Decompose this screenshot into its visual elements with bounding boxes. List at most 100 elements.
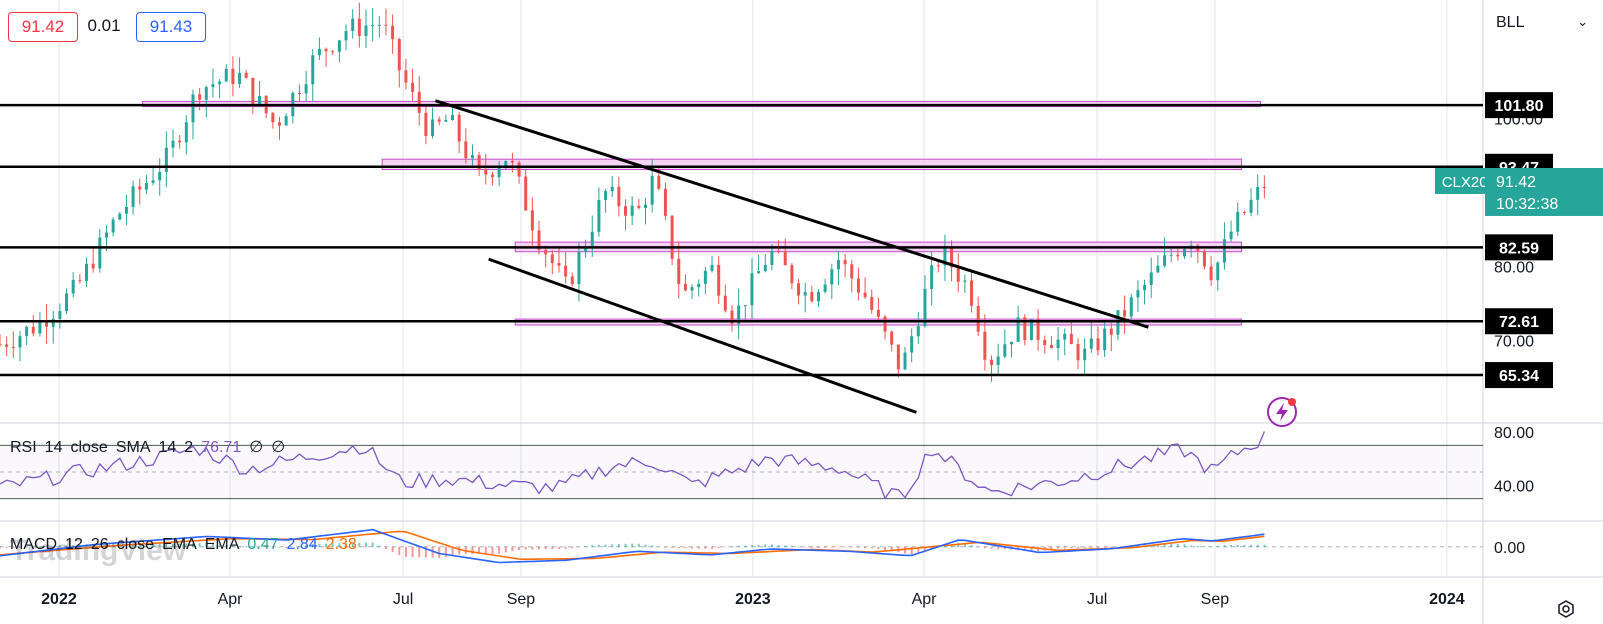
macd-hist-bar — [804, 546, 807, 548]
macd-hist-bar — [864, 546, 867, 548]
macd-hist-bar — [544, 546, 547, 550]
horizontal-lines[interactable] — [0, 103, 1483, 377]
candle-body — [757, 271, 761, 274]
candle-body — [1222, 239, 1226, 263]
lightning-icon[interactable] — [1267, 397, 1297, 427]
candle-body — [124, 206, 128, 214]
candle-body — [743, 305, 747, 307]
candle-body — [517, 162, 521, 177]
candle-body — [431, 119, 435, 136]
bid-price[interactable]: 91.42 — [8, 12, 78, 42]
candle-body — [1169, 254, 1173, 256]
rsi-label-item: close — [70, 439, 108, 456]
macd-hist-bar — [538, 546, 541, 550]
candle-body — [1202, 250, 1206, 267]
trend-lines[interactable] — [434, 99, 1149, 414]
candle-body — [38, 320, 42, 334]
candle-body — [1096, 338, 1100, 351]
macd-hist-bar — [730, 546, 733, 548]
chart-canvas[interactable]: 100.0080.0070.0080.0040.000.002022 Apr Jul… — [0, 0, 1603, 624]
candle-body — [191, 94, 195, 123]
candle-body — [357, 18, 361, 36]
candle-body — [530, 210, 534, 231]
candle-body — [25, 326, 29, 337]
candle-body — [677, 258, 681, 284]
macd-hist-bar — [5, 546, 8, 548]
macd-hist-bar — [1183, 544, 1186, 548]
time-tick-2023: 2023 — [735, 591, 771, 608]
macd-hist-bar — [691, 546, 694, 549]
chevron-down-icon[interactable]: ⌄ — [1577, 14, 1588, 30]
macd-hist-bar — [837, 546, 840, 548]
candle-body — [637, 205, 641, 208]
candle-body — [630, 205, 634, 216]
symbol-search[interactable]: BLL ⌄ — [1486, 8, 1596, 38]
macd-hist-bar — [844, 546, 847, 548]
candle-body — [78, 279, 82, 281]
misc: TradingView — [10, 397, 1574, 618]
gear-hex — [1558, 600, 1574, 618]
rsi-label-item: 14 — [44, 439, 63, 456]
candle-body — [377, 24, 381, 26]
candle-body — [58, 311, 62, 319]
grid — [0, 0, 1603, 624]
candle-body — [1262, 187, 1266, 189]
candle-body — [1229, 231, 1233, 240]
candle-body — [903, 352, 907, 370]
macd-hist-bar — [651, 545, 654, 548]
macd-label-item: close — [116, 536, 155, 553]
macd-hist-bar — [431, 546, 434, 558]
price-label-82.59: 82.59 — [1499, 240, 1539, 257]
trend-line-1 — [434, 99, 1149, 329]
candle-body — [650, 175, 654, 205]
candle-body — [1009, 341, 1013, 345]
candle-body — [111, 219, 115, 233]
macd-hist-bar — [1210, 546, 1213, 548]
candle-body — [224, 68, 228, 82]
macd-hist-bar — [1263, 544, 1266, 548]
candle-body — [138, 186, 142, 190]
macd-hist-bar — [631, 543, 634, 548]
candle-body — [564, 265, 568, 277]
macd-hist-bar — [1070, 546, 1073, 549]
candle-body — [577, 252, 581, 285]
price-label-72.61: 72.61 — [1499, 314, 1539, 331]
candle-body — [890, 331, 894, 345]
candle-body — [158, 171, 162, 181]
rsi-label-item: 76.71 — [201, 439, 242, 456]
candle-body — [311, 55, 315, 85]
macd-hist-bar — [850, 546, 853, 548]
candle-body — [404, 70, 408, 83]
macd-hist-bar — [817, 546, 820, 548]
candle-body — [1236, 211, 1240, 232]
macd-hist-bar — [511, 546, 514, 552]
candle-body — [1069, 333, 1073, 345]
macd-hist-bar — [1090, 546, 1093, 548]
candle-body — [1176, 254, 1180, 257]
macd-hist-bar — [810, 546, 813, 549]
macd-hist-bar — [797, 546, 800, 548]
macd-hist-bar — [970, 545, 973, 548]
candle-body — [916, 326, 920, 337]
candle-body — [970, 280, 974, 306]
gear-icon[interactable] — [1558, 600, 1574, 618]
candle-body — [5, 344, 9, 347]
macd-legend[interactable]: MACD 12 26 close EMA EMA 0.47 2.84 2.38 — [10, 536, 365, 554]
ask-price[interactable]: 91.43 — [136, 12, 206, 42]
countdown: 10:32:38 — [1496, 196, 1558, 213]
candle-body — [178, 140, 182, 143]
macd-hist-bar — [877, 546, 880, 550]
candle-body — [31, 326, 35, 334]
candle-body — [896, 344, 900, 370]
rsi-legend[interactable]: RSI 14 close SMA 14 2 76.71 ∅ ∅ — [10, 437, 293, 457]
candle-body — [524, 176, 528, 211]
macd-hist-bar — [1223, 545, 1226, 548]
candle-body — [411, 82, 415, 92]
zones[interactable] — [142, 100, 1262, 326]
candle-body — [830, 269, 834, 285]
macd-hist-bar — [1176, 543, 1179, 548]
candle-body — [198, 94, 202, 100]
candle-body — [18, 336, 22, 348]
candle-body — [783, 251, 787, 266]
candle-body — [670, 215, 674, 259]
